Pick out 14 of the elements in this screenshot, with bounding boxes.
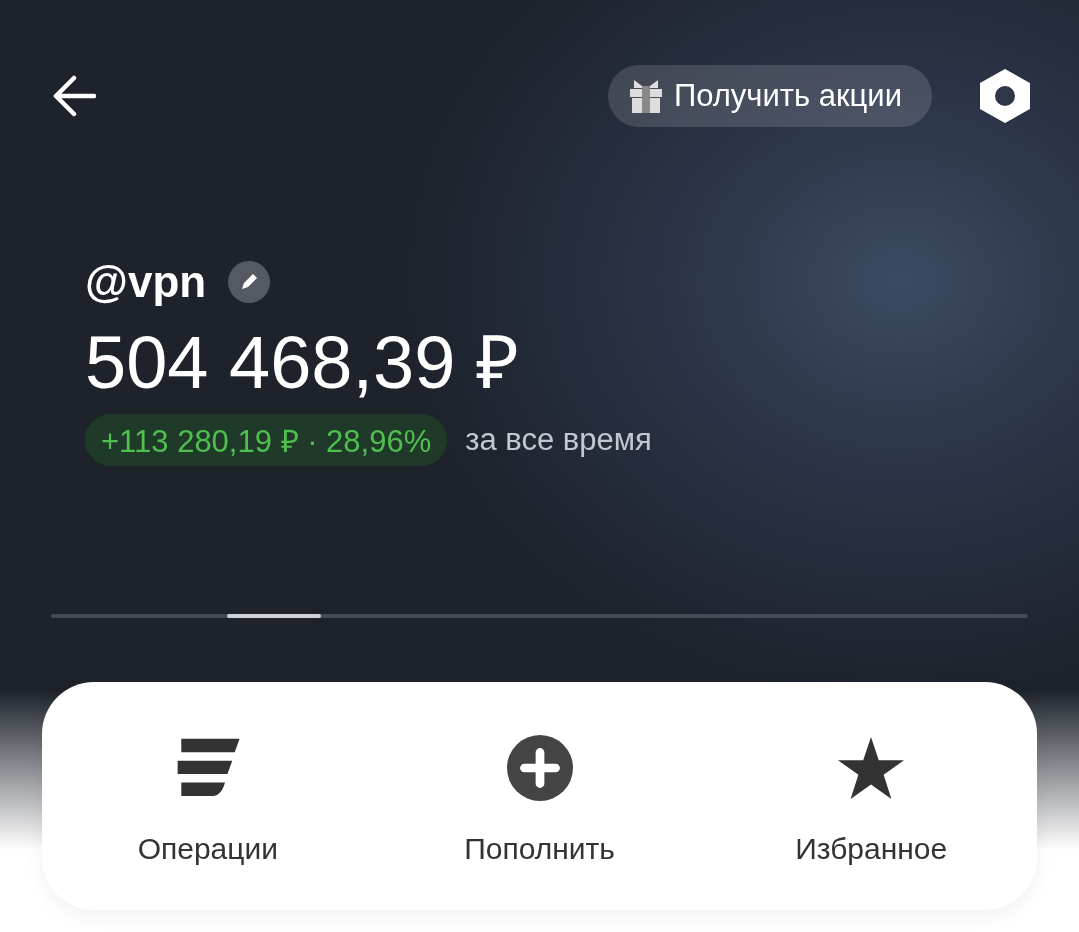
- pencil-icon[interactable]: [228, 261, 271, 303]
- action-button[interactable]: Операции: [42, 682, 374, 910]
- star-icon: [837, 735, 906, 801]
- promo-button[interactable]: Получить акции: [607, 65, 932, 127]
- back-arrow-icon[interactable]: [52, 74, 96, 118]
- action-button[interactable]: Избранное: [705, 682, 1037, 910]
- profit-badge: +113 280,19 ₽ · 28,96%: [85, 414, 448, 466]
- gift-icon: [627, 78, 664, 114]
- hexagon-nut-icon[interactable]: [978, 68, 1032, 124]
- add-icon: [505, 735, 574, 801]
- period-label: за все время: [465, 422, 652, 458]
- username: @vpn: [85, 257, 207, 307]
- action-button[interactable]: Пополнить: [373, 682, 706, 910]
- balance-amount: 504 468,39 ₽: [85, 320, 520, 406]
